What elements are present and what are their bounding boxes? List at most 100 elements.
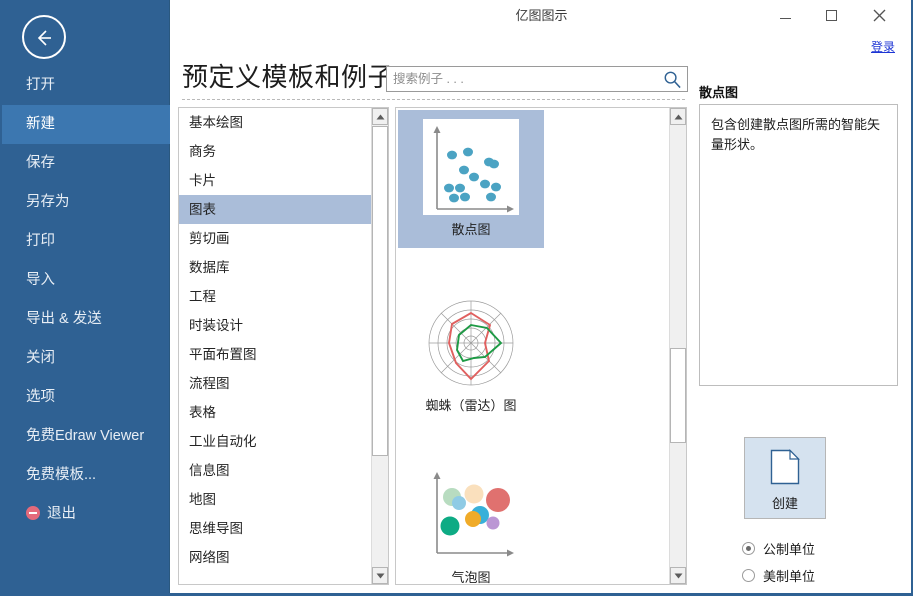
caret-up-icon [376,114,384,119]
maximize-button[interactable] [811,0,851,30]
sidebar-item-free-viewer[interactable]: 免费Edraw Viewer [2,417,170,456]
login-link[interactable]: 登录 [871,38,895,55]
category-item-label: 基本绘图 [189,115,243,130]
sidebar-item-label: 另存为 [26,194,70,210]
sidebar-item-label: 免费模板... [26,467,97,483]
template-scroll-thumb[interactable] [670,348,686,443]
exit-icon [26,506,40,520]
category-list: 基本绘图 商务 卡片 图表 剪切画 数据库 工程 时装设计 平面布置图 流程图 … [178,107,389,585]
category-item-fashion-design[interactable]: 时装设计 [179,311,388,340]
category-item-floor-plan[interactable]: 平面布置图 [179,340,388,369]
sidebar-item-label: 新建 [26,116,55,132]
create-button[interactable]: 创建 [744,437,826,519]
template-scroll-up-button[interactable] [670,108,686,125]
sidebar-item-export-send[interactable]: 导出 & 发送 [2,300,170,339]
sidebar-item-exit[interactable]: 退出 [2,495,170,534]
search-box[interactable] [386,66,688,92]
close-icon [873,9,885,21]
category-item-flowchart[interactable]: 流程图 [179,369,388,398]
category-item-label: 商务 [189,144,216,159]
sidebar-item-label: 导入 [26,272,55,288]
category-item-label: 网络图 [189,550,230,565]
sidebar-item-print[interactable]: 打印 [2,222,170,261]
category-item-basic-diagram[interactable]: 基本绘图 [179,108,388,137]
sidebar-item-free-templates[interactable]: 免费模板... [2,456,170,495]
sidebar-item-label: 保存 [26,155,55,171]
template-card-scatter-plot[interactable]: 散点图 [398,110,544,248]
category-item-label: 平面布置图 [189,347,257,362]
radio-us-units[interactable]: 美制单位 [742,566,815,585]
edraw-backstage-window: 打开 新建 保存 另存为 打印 导入 导出 & 发送 关闭 选项 免费Edraw… [0,0,913,596]
maximize-icon [825,9,837,21]
minimize-button[interactable] [765,0,805,30]
create-button-label: 创建 [771,496,798,511]
radio-selected-icon [742,542,755,555]
template-scroll-down-button[interactable] [670,567,686,584]
bubble-chart-thumb [423,467,519,563]
category-item-label: 图表 [189,202,216,217]
category-item-network-diagram[interactable]: 网络图 [179,543,388,572]
caret-up-icon [674,114,682,119]
category-item-clipart[interactable]: 剪切画 [179,224,388,253]
backstage-sidebar: 打开 新建 保存 另存为 打印 导入 导出 & 发送 关闭 选项 免费Edraw… [2,0,170,593]
back-arrow-icon [37,30,51,46]
caret-down-icon [674,573,682,578]
sidebar-item-import[interactable]: 导入 [2,261,170,300]
sidebar-item-save[interactable]: 保存 [2,144,170,183]
category-item-label: 工程 [189,289,216,304]
category-item-label: 卡片 [189,173,216,188]
template-gallery: 散点图 蜘蛛（雷达）图 气泡图 [395,107,687,585]
sidebar-item-label: 退出 [47,506,76,522]
sidebar-item-save-as[interactable]: 另存为 [2,183,170,222]
sidebar-item-label: 选项 [26,389,55,405]
info-description: 包含创建散点图所需的智能矢量形状。 [711,117,881,152]
template-card-label: 气泡图 [451,570,491,585]
info-panel: 包含创建散点图所需的智能矢量形状。 [699,104,898,386]
category-item-card[interactable]: 卡片 [179,166,388,195]
category-item-label: 时装设计 [189,318,243,333]
info-panel-title: 散点图 [699,85,739,100]
scatter-plot-thumb [423,119,519,215]
template-card-label: 蜘蛛（雷达）图 [425,398,517,413]
radio-metric-units[interactable]: 公制单位 [742,539,815,558]
sidebar-item-new[interactable]: 新建 [2,105,170,144]
category-item-map[interactable]: 地图 [179,485,388,514]
category-item-engineering[interactable]: 工程 [179,282,388,311]
template-card-radar-chart[interactable]: 蜘蛛（雷达）图 [398,286,544,424]
template-scrollbar[interactable] [669,108,686,584]
header-divider [182,99,685,100]
sidebar-item-options[interactable]: 选项 [2,378,170,417]
category-item-label: 剪切画 [189,231,230,246]
category-item-infographic[interactable]: 信息图 [179,456,388,485]
category-item-industrial-automation[interactable]: 工业自动化 [179,427,388,456]
category-item-form[interactable]: 表格 [179,398,388,427]
category-scrollbar[interactable] [371,108,388,584]
category-item-label: 表格 [189,405,216,420]
category-item-label: 地图 [189,492,216,507]
new-document-icon [770,449,800,485]
radio-label: 美制单位 [763,569,816,584]
sidebar-item-label: 免费Edraw Viewer [26,428,145,444]
close-button[interactable] [859,0,899,30]
sidebar-item-label: 导出 & 发送 [26,311,102,327]
category-item-label: 数据库 [189,260,230,275]
category-item-label: 流程图 [189,376,230,391]
category-scroll-down-button[interactable] [372,567,388,584]
template-card-bubble-chart[interactable]: 气泡图 [398,458,544,585]
back-button[interactable] [22,15,66,59]
category-scroll-up-button[interactable] [372,108,388,125]
category-item-database[interactable]: 数据库 [179,253,388,282]
sidebar-item-open[interactable]: 打开 [2,66,170,105]
caret-down-icon [376,573,384,578]
sidebar-item-close[interactable]: 关闭 [2,339,170,378]
search-input[interactable] [387,67,659,91]
category-item-business[interactable]: 商务 [179,137,388,166]
sidebar-item-label: 关闭 [26,350,55,366]
category-item-mind-map[interactable]: 思维导图 [179,514,388,543]
search-icon[interactable] [663,70,682,89]
category-scroll-thumb[interactable] [372,126,388,456]
sidebar-item-label: 打开 [26,77,55,93]
category-item-chart[interactable]: 图表 [179,195,388,224]
sidebar-item-label: 打印 [26,233,55,249]
minimize-icon [779,17,791,19]
